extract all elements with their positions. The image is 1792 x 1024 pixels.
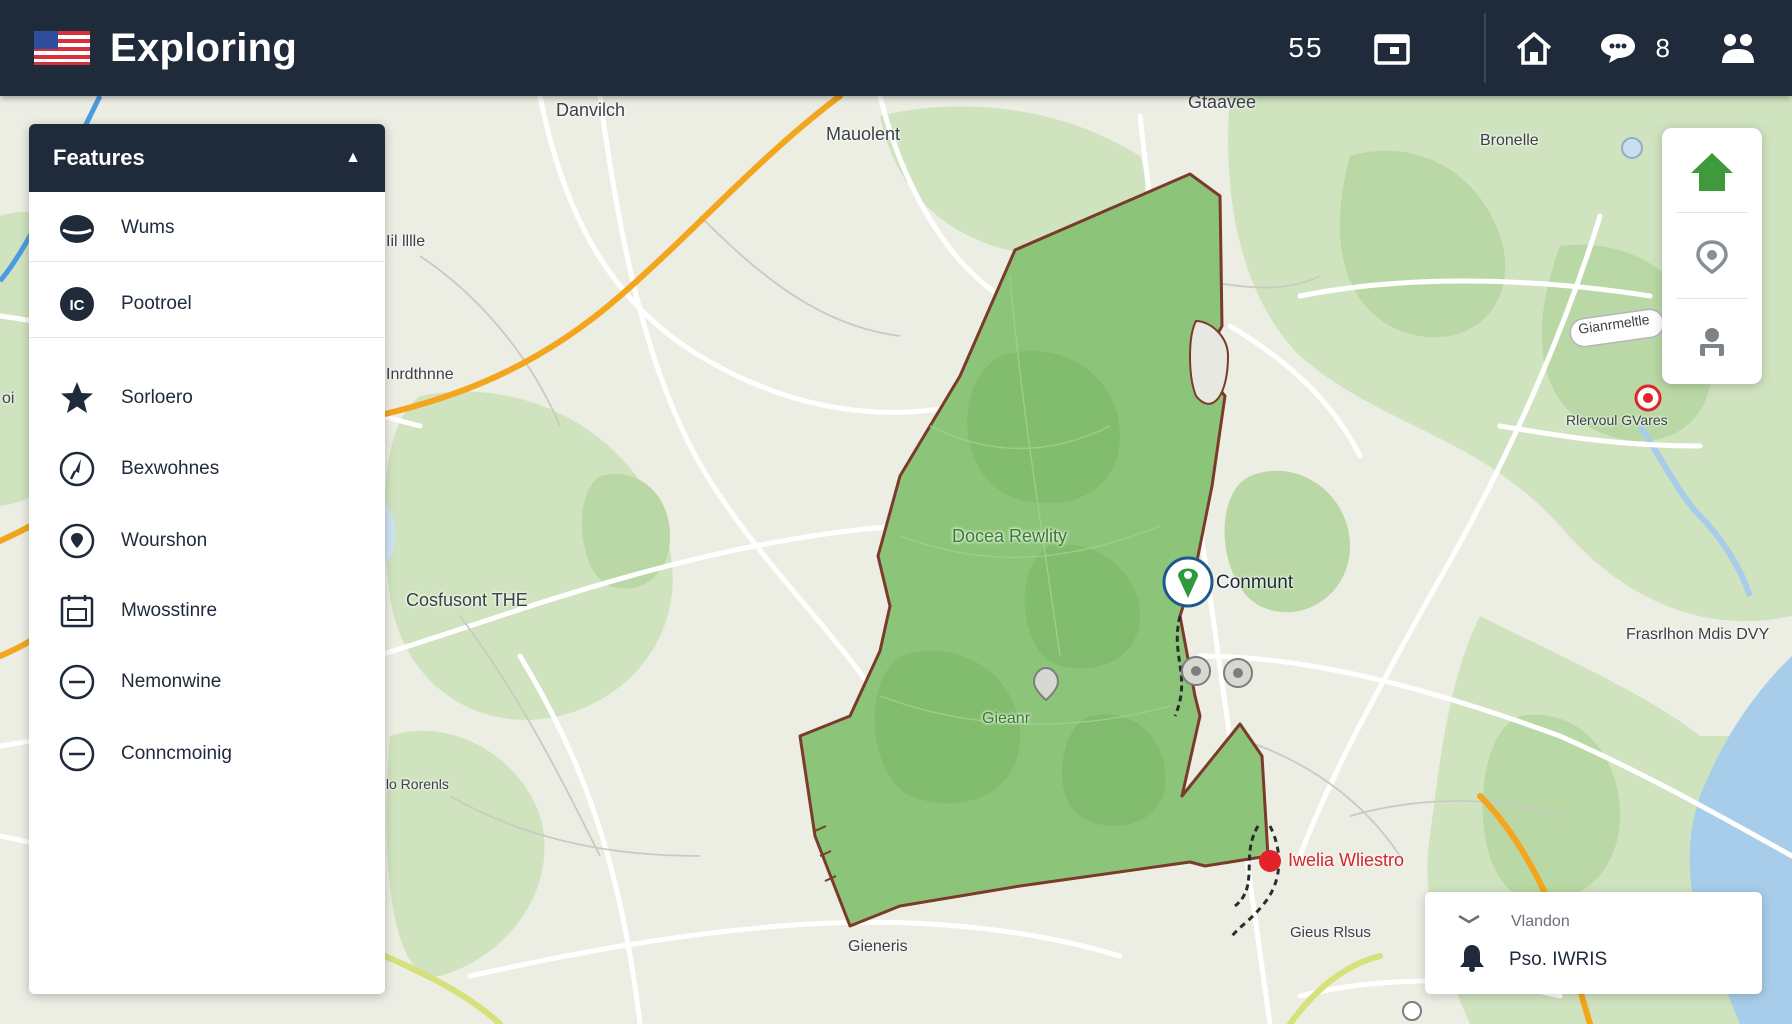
feature-label: Mwosstinre [121, 600, 218, 621]
divider [1676, 212, 1748, 213]
badge-icon: IC [57, 284, 97, 324]
info-card-value: Pso. IWRIS [1509, 948, 1608, 970]
features-panel-header: Features ▲ [29, 124, 385, 192]
map-label: Gieneris [848, 938, 908, 955]
top-navigation-bar: Exploring 55 8 [0, 0, 1792, 96]
map-label: Bronelle [1480, 132, 1539, 149]
feature-item-wourshon[interactable]: Wourshon [29, 511, 385, 571]
map-label: Danvilch [556, 100, 626, 120]
minus-circle-icon [57, 662, 97, 702]
svg-text:IC: IC [70, 297, 85, 314]
hat-icon [57, 208, 97, 248]
home-icon[interactable] [1662, 132, 1762, 212]
map-label: Rlervoul GVares [1566, 412, 1668, 428]
person-icon[interactable] [1662, 302, 1762, 382]
marker-label[interactable]: Conmunt [1216, 572, 1293, 594]
map-label: Gieus Rlsus [1290, 924, 1371, 941]
feature-item-nemonwine[interactable]: Nemonwine [29, 652, 385, 712]
features-panel: Features ▲ Wums IC Pootroel Sorloero Bex… [29, 124, 385, 994]
divider [1676, 298, 1748, 299]
feature-label: Nemonwine [121, 671, 222, 692]
map-label: Mauolent [826, 124, 901, 144]
collapse-icon[interactable]: ▲ [345, 149, 361, 167]
home-icon[interactable] [1514, 28, 1554, 68]
feature-item-pootroel[interactable]: IC Pootroel [29, 274, 385, 334]
compass-icon [57, 449, 97, 489]
notification-count: 55 [1288, 32, 1324, 63]
map-label: Iil lllle [386, 233, 426, 250]
divider [29, 337, 385, 338]
calendar-icon[interactable] [1372, 28, 1412, 68]
park-sub-label: Gieanr [982, 710, 1031, 727]
calendar-icon [57, 591, 97, 631]
info-card-title: Vlandon [1511, 912, 1570, 930]
minus-circle-icon [57, 734, 97, 774]
feature-item-bexwohnes[interactable]: Bexwohnes [29, 439, 385, 499]
chat-icon[interactable] [1598, 28, 1638, 68]
feature-item-wums[interactable]: Wums [29, 198, 385, 258]
feature-label: Sorloero [121, 387, 193, 408]
locate-icon[interactable] [1662, 216, 1762, 296]
feature-item-sorloero[interactable]: Sorloero [29, 368, 385, 428]
park-name-label: Docea Rewlity [952, 526, 1068, 546]
map-label: Inrdthnne [386, 366, 454, 383]
star-icon [57, 378, 97, 418]
feature-label: Conncmoinig [121, 743, 232, 764]
feature-item-mwosstinre[interactable]: Mwosstinre [29, 581, 385, 641]
features-panel-title: Features [53, 145, 145, 170]
divider [29, 261, 385, 262]
flag-icon [34, 31, 90, 65]
red-marker-label[interactable]: Iwelia Wliestro [1288, 850, 1404, 871]
feature-label: Wums [121, 217, 175, 238]
map-label: oi [2, 390, 15, 407]
map-tools-panel [1662, 128, 1762, 384]
toolbar-divider [1483, 13, 1486, 83]
feature-item-conncmoinig[interactable]: Conncmoinig [29, 724, 385, 784]
chevron-down-icon [1457, 912, 1481, 931]
bell-icon [1457, 942, 1487, 977]
users-icon[interactable] [1718, 28, 1758, 68]
feature-label: Bexwohnes [121, 458, 220, 479]
map-label: Cosfusont THE [406, 590, 528, 610]
feature-label: Wourshon [121, 530, 208, 551]
location-info-card[interactable]: Vlandon Pso. IWRIS [1425, 892, 1762, 994]
feature-label: Pootroel [121, 293, 192, 314]
location-icon [57, 521, 97, 561]
map-label: Ilo Rorenls [382, 776, 449, 792]
messages-count: 8 [1655, 32, 1670, 63]
app-title: Exploring [110, 25, 298, 70]
map-label: Frasrlhon Mdis DVY [1626, 626, 1770, 643]
